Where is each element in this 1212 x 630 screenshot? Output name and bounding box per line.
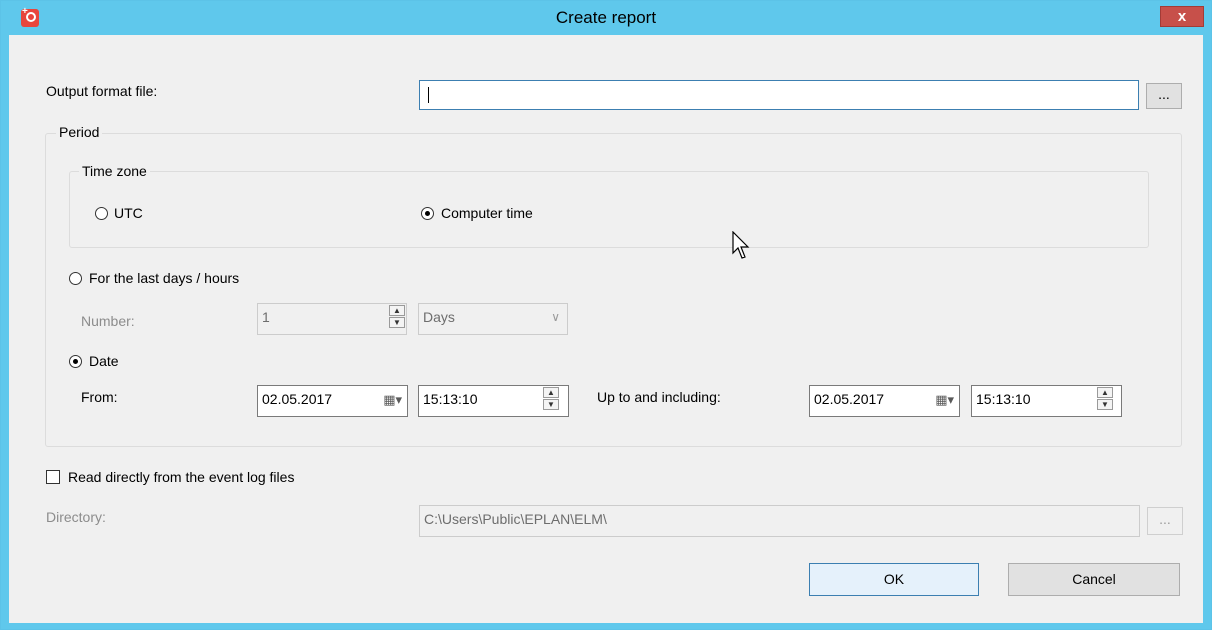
text-caret	[428, 87, 429, 103]
from-date-value: 02.05.2017	[262, 391, 333, 407]
dialog-body: Output format file: ... Period Time zone…	[9, 35, 1203, 623]
close-button[interactable]: x	[1160, 6, 1204, 27]
window-title: Create report	[555, 8, 657, 27]
date-label: Date	[89, 353, 119, 369]
last-days-radio[interactable]	[69, 272, 82, 285]
unit-value: Days	[423, 309, 455, 325]
ok-button[interactable]: OK	[809, 563, 979, 596]
number-input[interactable]: 1	[257, 303, 407, 335]
cancel-button[interactable]: Cancel	[1008, 563, 1180, 596]
number-label: Number:	[81, 313, 135, 329]
timezone-title: Time zone	[79, 163, 150, 179]
read-direct-checkbox[interactable]	[46, 470, 60, 484]
number-down-icon[interactable]: ▼	[389, 317, 405, 328]
to-time-spinner[interactable]: ▲ ▼	[1097, 387, 1113, 411]
number-up-icon[interactable]: ▲	[389, 305, 405, 316]
output-format-label: Output format file:	[46, 83, 158, 99]
output-browse-button[interactable]: ...	[1146, 83, 1182, 109]
to-date-value: 02.05.2017	[814, 391, 885, 407]
chevron-down-icon: ∨	[551, 310, 560, 324]
from-time-up-icon[interactable]: ▲	[543, 387, 559, 398]
directory-label: Directory:	[46, 509, 106, 525]
to-time-down-icon[interactable]: ▼	[1097, 399, 1113, 410]
from-date-picker[interactable]: 02.05.2017 ▦▾	[257, 385, 408, 417]
from-time-spinner[interactable]: ▲ ▼	[543, 387, 559, 411]
computer-time-radio[interactable]	[421, 207, 434, 220]
timezone-group	[69, 171, 1149, 248]
from-label: From:	[81, 389, 118, 405]
up-to-label: Up to and including:	[597, 389, 721, 405]
utc-radio[interactable]	[95, 207, 108, 220]
calendar-icon[interactable]: ▦▾	[935, 389, 954, 411]
number-value: 1	[262, 309, 270, 325]
to-time-value: 15:13:10	[976, 391, 1031, 407]
unit-select[interactable]: Days ∨	[418, 303, 568, 335]
directory-input[interactable]: C:\Users\Public\EPLAN\ELM\	[419, 505, 1140, 537]
read-direct-label: Read directly from the event log files	[68, 469, 295, 485]
number-spinner[interactable]: ▲ ▼	[389, 305, 405, 329]
output-format-input[interactable]	[419, 80, 1139, 110]
to-time-up-icon[interactable]: ▲	[1097, 387, 1113, 398]
to-date-picker[interactable]: 02.05.2017 ▦▾	[809, 385, 960, 417]
from-time-down-icon[interactable]: ▼	[543, 399, 559, 410]
period-title: Period	[56, 124, 103, 140]
computer-time-label: Computer time	[441, 205, 533, 221]
last-days-label: For the last days / hours	[89, 270, 240, 286]
from-time-value: 15:13:10	[423, 391, 478, 407]
utc-label: UTC	[114, 205, 143, 221]
calendar-icon[interactable]: ▦▾	[383, 389, 402, 411]
title-bar[interactable]: + Create report x	[1, 1, 1211, 35]
directory-browse-button[interactable]: ...	[1147, 507, 1183, 535]
date-radio[interactable]	[69, 355, 82, 368]
mouse-pointer-icon	[732, 231, 750, 259]
dialog-window: + Create report x Output format file: ..…	[0, 0, 1212, 630]
